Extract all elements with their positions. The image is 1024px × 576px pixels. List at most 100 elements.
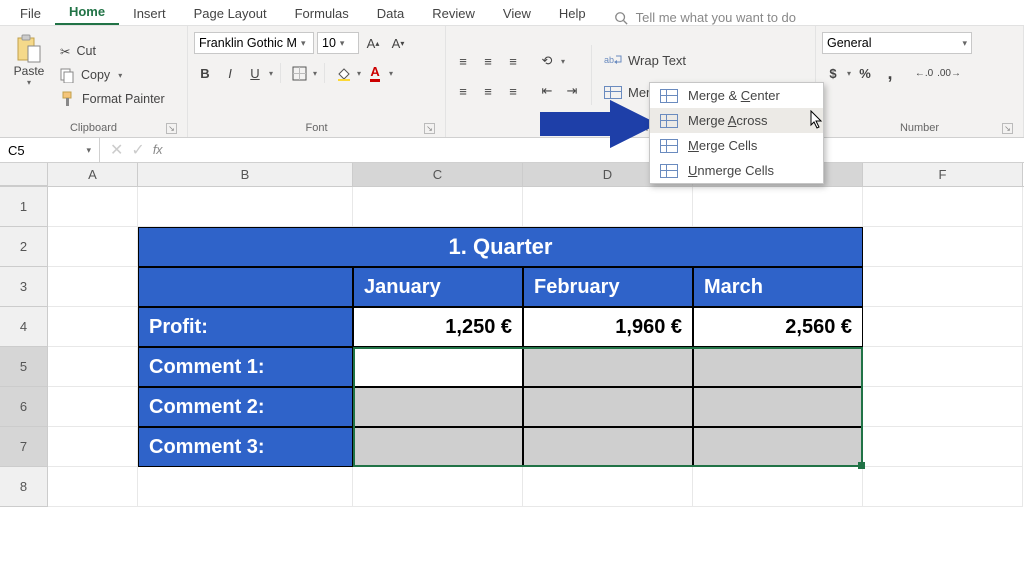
increase-font-button[interactable]: A▴ — [362, 32, 384, 54]
menu-merge-center[interactable]: Merge & Center — [650, 83, 823, 108]
menu-merge-across[interactable]: Merge Across — [650, 108, 823, 133]
enter-formula-icon[interactable]: ✓ — [131, 140, 144, 160]
cell-c7[interactable] — [353, 427, 523, 467]
spreadsheet: A B C D E F 1 2 3 4 5 6 7 8 1. Quarter — [0, 163, 1024, 507]
bold-button[interactable]: B — [194, 62, 216, 84]
group-label-clipboard: Clipboard — [70, 122, 117, 134]
cut-icon: ✂ — [60, 44, 70, 59]
ribbon-tabs: File Home Insert Page Layout Formulas Da… — [0, 0, 1024, 26]
align-center-button[interactable]: ≡ — [477, 80, 499, 102]
name-box[interactable]: C5▾ — [0, 138, 100, 162]
tell-me-search[interactable]: Tell me what you want to do — [600, 10, 796, 25]
format-painter-button[interactable]: Format Painter — [56, 88, 169, 110]
font-launcher[interactable]: ↘ — [424, 123, 435, 134]
wrap-text-button[interactable]: abWrap Text — [600, 48, 744, 72]
month-mar[interactable]: March — [693, 267, 863, 307]
number-launcher[interactable]: ↘ — [1002, 123, 1013, 134]
font-name-combo[interactable]: Franklin Gothic M▾ — [194, 32, 314, 54]
col-header-a[interactable]: A — [48, 163, 138, 186]
align-middle-button[interactable]: ≡ — [477, 50, 499, 72]
merge-dropdown-menu: Merge & Center Merge Across Merge Cells … — [649, 82, 824, 184]
cut-button[interactable]: ✂Cut — [56, 40, 169, 62]
percent-button[interactable]: % — [854, 62, 876, 84]
cell-d6[interactable] — [523, 387, 693, 427]
number-format-combo[interactable]: General▾ — [822, 32, 972, 54]
underline-button[interactable]: U — [244, 62, 266, 84]
align-top-button[interactable]: ≡ — [452, 50, 474, 72]
col-header-f[interactable]: F — [863, 163, 1023, 186]
cell-e7[interactable] — [693, 427, 863, 467]
column-headers: A B C D E F — [0, 163, 1024, 187]
tab-help[interactable]: Help — [545, 3, 600, 25]
decrease-indent-button[interactable]: ⇤ — [536, 80, 558, 102]
cell-c5[interactable] — [353, 347, 523, 387]
tell-me-label: Tell me what you want to do — [636, 10, 796, 25]
cell-e6[interactable] — [693, 387, 863, 427]
font-color-button[interactable]: A — [364, 62, 386, 84]
font-size-combo[interactable]: 10▾ — [317, 32, 359, 54]
menu-unmerge-cells[interactable]: Unmerge Cells — [650, 158, 823, 183]
select-all-corner[interactable] — [0, 163, 48, 186]
tab-data[interactable]: Data — [363, 3, 418, 25]
insert-function-icon[interactable]: fx — [153, 143, 163, 157]
increase-decimal-button[interactable]: ←.0 — [913, 62, 935, 84]
row-header-6[interactable]: 6 — [0, 387, 48, 427]
unmerge-icon — [660, 164, 678, 178]
cells-area[interactable]: 1. Quarter January February March Profit… — [48, 187, 1023, 507]
paste-button[interactable]: Paste ▾ — [6, 30, 52, 120]
profit-label[interactable]: Profit: — [138, 307, 353, 347]
tab-formulas[interactable]: Formulas — [281, 3, 363, 25]
row-header-3[interactable]: 3 — [0, 267, 48, 307]
tab-pagelayout[interactable]: Page Layout — [180, 3, 281, 25]
copy-icon — [60, 68, 75, 83]
row-header-1[interactable]: 1 — [0, 187, 48, 227]
decrease-font-button[interactable]: A▾ — [387, 32, 409, 54]
formula-bar: C5▾ ✕ ✓ fx — [0, 138, 1024, 163]
col-header-b[interactable]: B — [138, 163, 353, 186]
profit-jan[interactable]: 1,250 € — [353, 307, 523, 347]
col-header-c[interactable]: C — [353, 163, 523, 186]
cancel-formula-icon[interactable]: ✕ — [110, 140, 123, 160]
wrap-icon: ab — [604, 53, 622, 67]
orientation-button[interactable]: ⟲ — [536, 50, 558, 72]
borders-button[interactable] — [288, 62, 310, 84]
month-feb[interactable]: February — [523, 267, 693, 307]
row-header-5[interactable]: 5 — [0, 347, 48, 387]
menu-merge-cells[interactable]: Merge Cells — [650, 133, 823, 158]
comment2-label[interactable]: Comment 2: — [138, 387, 353, 427]
comment3-label[interactable]: Comment 3: — [138, 427, 353, 467]
cell-d5[interactable] — [523, 347, 693, 387]
accounting-button[interactable]: $ — [822, 62, 844, 84]
profit-feb[interactable]: 1,960 € — [523, 307, 693, 347]
increase-indent-button[interactable]: ⇥ — [561, 80, 583, 102]
group-clipboard: Paste ▾ ✂Cut Copy▾ Format Painter Clipbo… — [0, 26, 188, 137]
italic-button[interactable]: I — [219, 62, 241, 84]
align-bottom-button[interactable]: ≡ — [502, 50, 524, 72]
cell-c6[interactable] — [353, 387, 523, 427]
cell-e5[interactable] — [693, 347, 863, 387]
tab-review[interactable]: Review — [418, 3, 489, 25]
tab-insert[interactable]: Insert — [119, 3, 180, 25]
group-number: General▾ $▾ % , ←.0 .00→ Number↘ — [816, 26, 1024, 137]
tab-file[interactable]: File — [6, 3, 55, 25]
month-jan[interactable]: January — [353, 267, 523, 307]
align-left-button[interactable]: ≡ — [452, 80, 474, 102]
profit-mar[interactable]: 2,560 € — [693, 307, 863, 347]
row-header-2[interactable]: 2 — [0, 227, 48, 267]
row-header-4[interactable]: 4 — [0, 307, 48, 347]
decrease-decimal-button[interactable]: .00→ — [938, 62, 960, 84]
group-label-number: Number — [900, 122, 939, 134]
table-title[interactable]: 1. Quarter — [138, 227, 863, 267]
align-right-button[interactable]: ≡ — [502, 80, 524, 102]
comma-button[interactable]: , — [879, 62, 901, 84]
copy-button[interactable]: Copy▾ — [56, 64, 169, 86]
group-font: Franklin Gothic M▾ 10▾ A▴ A▾ B I U ▾ ▾ ▾… — [188, 26, 446, 137]
tab-home[interactable]: Home — [55, 1, 119, 25]
row-header-8[interactable]: 8 — [0, 467, 48, 507]
clipboard-launcher[interactable]: ↘ — [166, 123, 177, 134]
comment1-label[interactable]: Comment 1: — [138, 347, 353, 387]
row-header-7[interactable]: 7 — [0, 427, 48, 467]
fill-color-button[interactable] — [332, 62, 354, 84]
cell-d7[interactable] — [523, 427, 693, 467]
tab-view[interactable]: View — [489, 3, 545, 25]
